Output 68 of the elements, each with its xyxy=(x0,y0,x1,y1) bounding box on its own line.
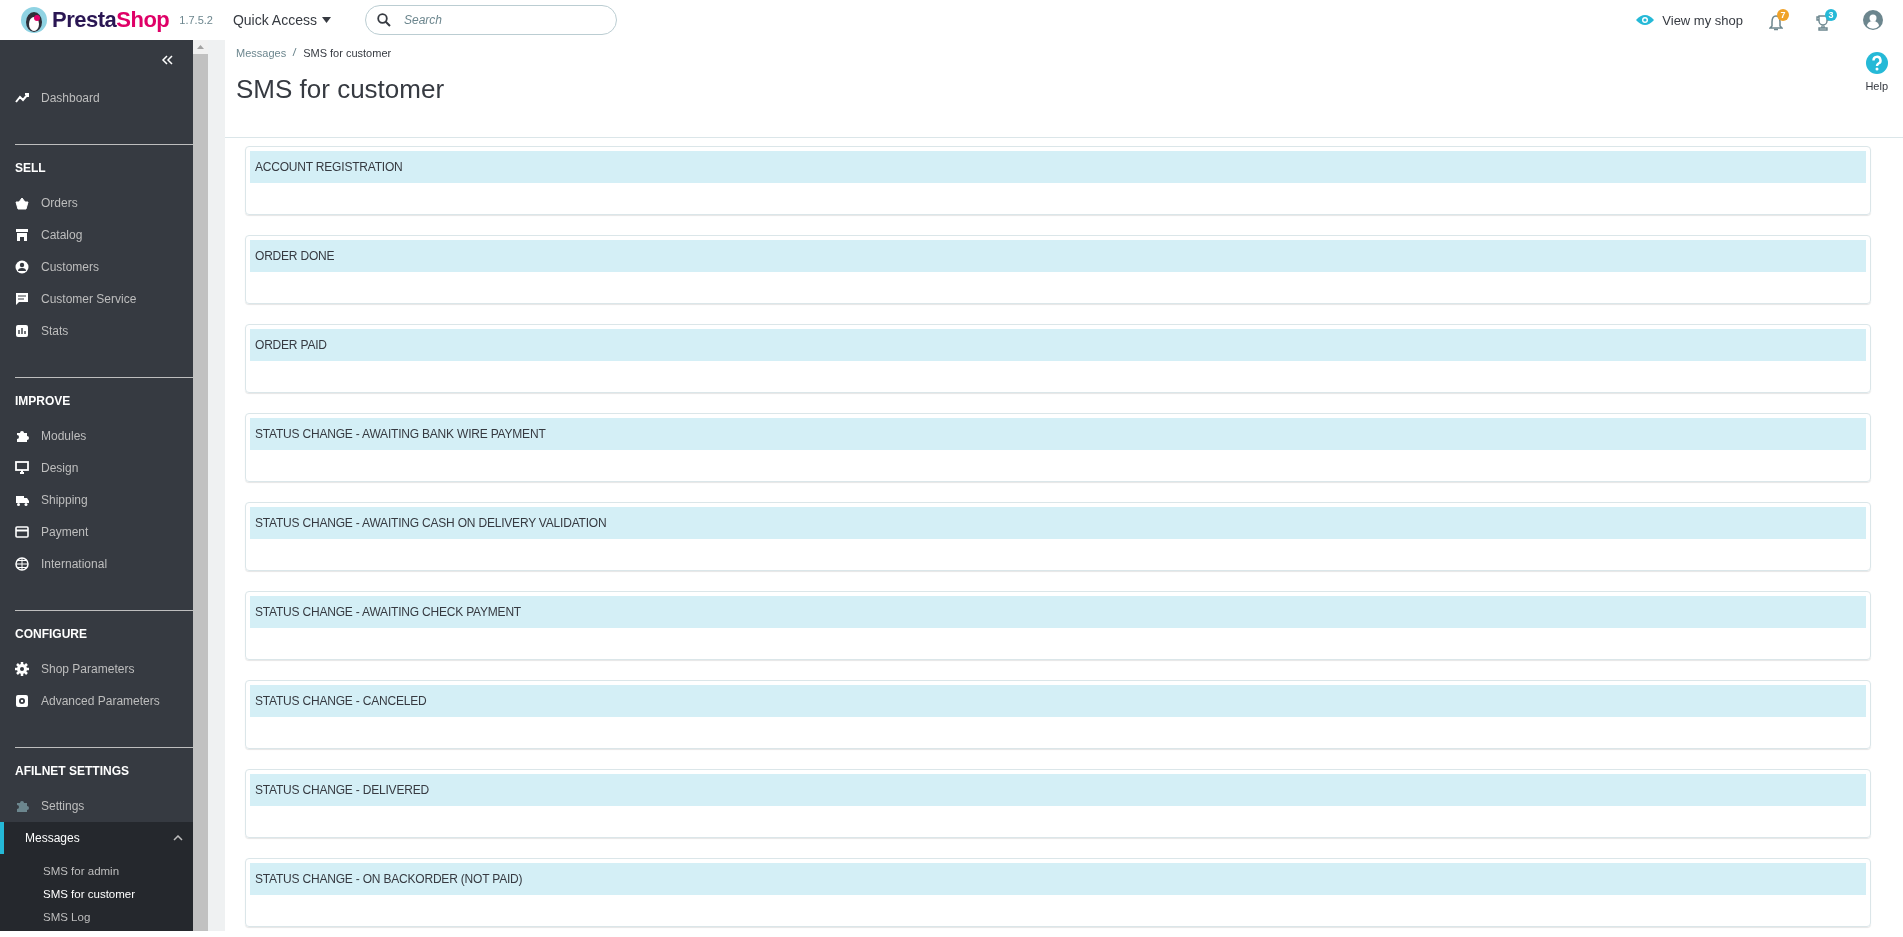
section-heading: SELL xyxy=(14,160,47,177)
menu-item[interactable]: Settings xyxy=(0,790,193,822)
store-icon xyxy=(15,228,29,242)
panel-heading: ORDER PAID xyxy=(250,329,1866,361)
menu-item[interactable]: Customer Service xyxy=(0,283,193,315)
section-heading: CONFIGURE xyxy=(14,626,88,643)
menu-item[interactable]: International xyxy=(0,548,193,580)
view-shop-link[interactable]: View my shop xyxy=(1636,12,1743,28)
search-field[interactable]: Search xyxy=(364,5,617,35)
puzzle-piece-icon xyxy=(15,799,29,813)
menu-item[interactable]: Design xyxy=(0,452,193,484)
settings-icon xyxy=(15,662,29,676)
help-icon xyxy=(1865,52,1888,74)
menu-item[interactable]: Stats xyxy=(0,315,193,347)
panel-heading: ORDER DONE xyxy=(250,240,1866,272)
help-button[interactable]: Help xyxy=(1865,52,1888,137)
submenu-item[interactable]: SMS for admin xyxy=(0,860,193,883)
panel-heading: STATUS CHANGE - ON BACKORDER (NOT PAID) xyxy=(250,863,1866,895)
basket-icon xyxy=(15,196,29,210)
section-heading: AFILNET SETTINGS xyxy=(14,763,130,780)
trophy-count-badge: 3 xyxy=(1825,9,1837,21)
menu-item[interactable]: Payment xyxy=(0,516,193,548)
monitor-icon xyxy=(15,461,29,475)
globe-icon xyxy=(15,557,29,571)
notification-count-badge: 7 xyxy=(1777,9,1789,21)
panel-heading: STATUS CHANGE - CANCELED xyxy=(250,685,1866,717)
breadcrumb-separator-icon xyxy=(292,47,298,57)
menu-item[interactable]: Advanced Parameters xyxy=(0,685,193,717)
menu-item[interactable]: Shop Parameters xyxy=(0,653,193,685)
caret-icon xyxy=(321,17,331,23)
bar-chart-icon xyxy=(15,324,29,338)
panel-heading: ACCOUNT REGISTRATION xyxy=(250,151,1866,183)
menu-item[interactable]: Customers xyxy=(0,251,193,283)
user-avatar-icon[interactable] xyxy=(1863,10,1883,30)
quick-access-dropdown[interactable]: Quick Access xyxy=(230,10,333,30)
truck-icon xyxy=(15,493,29,507)
submenu-item[interactable]: SMS Log xyxy=(0,906,193,929)
gear-square-icon xyxy=(15,694,29,708)
scrollbar[interactable] xyxy=(193,40,208,931)
credit-card-icon xyxy=(15,525,29,539)
panel-heading: STATUS CHANGE - AWAITING CASH ON DELIVERY VALIDATION xyxy=(250,507,1866,539)
panel-heading: STATUS CHANGE - AWAITING CHECK PAYMENT xyxy=(250,596,1866,628)
version-label: 1.7.5.2 xyxy=(179,14,213,26)
user-circle-icon xyxy=(15,260,29,274)
menu-item[interactable]: Shipping xyxy=(0,484,193,516)
puzzle-piece-icon xyxy=(15,429,29,443)
section-heading: IMPROVE xyxy=(14,393,72,410)
panel-heading: STATUS CHANGE - AWAITING BANK WIRE PAYMENT xyxy=(250,418,1866,450)
breadcrumb-link[interactable]: SMS for customer xyxy=(303,47,392,59)
breadcrumb-link[interactable]: Messages xyxy=(236,47,287,59)
submenu-item[interactable]: SMS for customer xyxy=(0,883,193,906)
chat-bubble-icon xyxy=(15,292,29,306)
double-chevron-left-icon[interactable] xyxy=(161,55,173,65)
menu-item[interactable]: Catalog xyxy=(0,219,193,251)
trophy-icon xyxy=(1815,15,1831,31)
menu-item[interactable]: Messages xyxy=(0,822,193,854)
brand-logo: PrestaShop xyxy=(52,7,170,33)
menu-item[interactable]: Modules xyxy=(0,420,193,452)
page-title: SMS for customer xyxy=(236,74,446,105)
menu-item[interactable]: Dashboard xyxy=(0,82,193,114)
scroll-up-arrow-icon[interactable] xyxy=(197,45,204,49)
menu-item[interactable]: Orders xyxy=(0,187,193,219)
eye-icon xyxy=(1636,14,1655,26)
bell-icon xyxy=(1769,15,1783,31)
chevron-up-icon xyxy=(173,835,183,841)
penguin-logo-icon xyxy=(20,6,48,34)
panel-heading: STATUS CHANGE - DELIVERED xyxy=(250,774,1866,806)
trend-line-icon xyxy=(15,91,29,105)
